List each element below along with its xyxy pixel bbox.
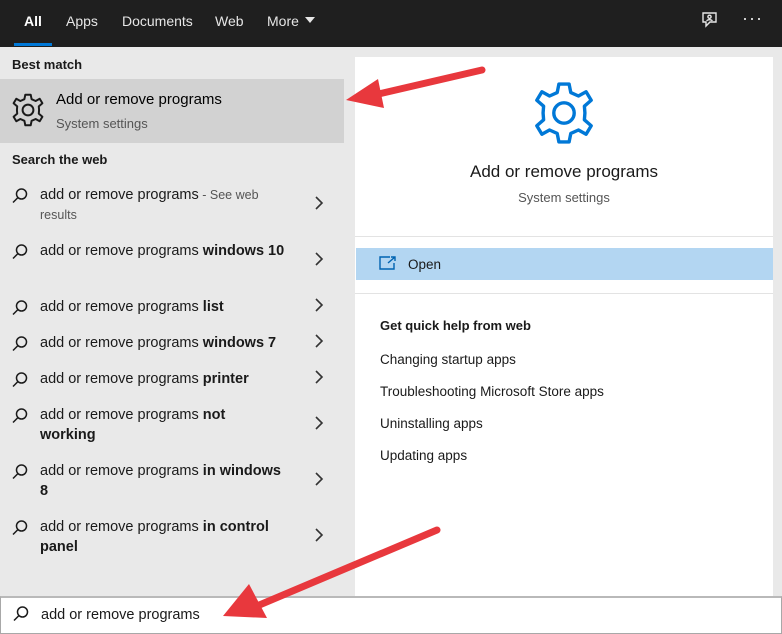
search-icon	[11, 371, 29, 394]
search-icon	[11, 243, 29, 266]
web-result-text: add or remove programs - See web results	[40, 187, 259, 222]
chevron-down-icon	[304, 17, 315, 24]
gear-icon	[10, 92, 46, 133]
tab-documents[interactable]: Documents	[122, 13, 193, 29]
best-match-label: Best match	[12, 57, 83, 72]
help-link[interactable]: Uninstalling apps	[380, 416, 483, 431]
tab-all[interactable]: All	[24, 13, 42, 29]
search-icon	[11, 335, 29, 358]
search-icon	[12, 605, 30, 628]
search-icon	[11, 519, 29, 542]
preview-panel: Add or remove programs System settings O…	[355, 57, 773, 596]
help-link[interactable]: Updating apps	[380, 448, 467, 463]
search-icon	[11, 299, 29, 322]
chevron-right-icon	[314, 251, 324, 272]
open-button-label: Open	[408, 257, 442, 272]
web-result-text: add or remove programs not working	[40, 407, 226, 443]
web-result-item[interactable]: add or remove programs list	[0, 297, 344, 319]
preview-title: Add or remove programs	[469, 162, 659, 181]
results-panel: Best match Add or remove programs System…	[0, 47, 344, 596]
feedback-icon[interactable]	[700, 10, 720, 35]
open-button[interactable]: Open	[356, 248, 773, 280]
web-result-item[interactable]: add or remove programs windows 10	[0, 241, 344, 281]
chevron-right-icon	[314, 471, 324, 492]
open-icon	[379, 256, 397, 275]
best-match-item[interactable]: Add or remove programs System settings	[0, 79, 344, 143]
preview-subtitle: System settings	[518, 190, 610, 205]
chevron-right-icon	[314, 527, 324, 548]
web-result-item[interactable]: add or remove programs not working	[0, 405, 344, 445]
web-result-item[interactable]: add or remove programs printer	[0, 369, 344, 391]
web-result-text: add or remove programs windows 7	[40, 335, 277, 351]
divider	[355, 236, 773, 237]
help-link[interactable]: Troubleshooting Microsoft Store apps	[380, 384, 604, 399]
help-link[interactable]: Changing startup apps	[380, 352, 516, 367]
search-web-label: Search the web	[12, 152, 108, 167]
web-result-item[interactable]: add or remove programs - See web results	[0, 185, 344, 229]
divider	[355, 293, 773, 294]
tab-more-label: More	[267, 13, 299, 29]
web-result-text: add or remove programs in control panel	[40, 519, 269, 555]
web-result-item[interactable]: add or remove programs in control panel	[0, 517, 344, 557]
chevron-right-icon	[314, 297, 324, 318]
search-icon	[11, 187, 29, 210]
search-input[interactable]	[41, 604, 641, 626]
more-options-icon[interactable]: ···	[742, 8, 763, 29]
search-icon	[11, 407, 29, 430]
active-tab-indicator	[14, 43, 52, 46]
web-result-text: add or remove programs printer	[40, 371, 249, 387]
web-result-item[interactable]: add or remove programs windows 7	[0, 333, 344, 355]
tab-web[interactable]: Web	[215, 13, 244, 29]
top-bar: All Apps Documents Web More ···	[0, 0, 782, 47]
quick-help-title: Get quick help from web	[380, 318, 531, 333]
chevron-right-icon	[314, 369, 324, 390]
gear-icon	[530, 79, 598, 152]
search-icon	[11, 463, 29, 486]
web-result-text: add or remove programs list	[40, 299, 224, 315]
web-result-text: add or remove programs in windows 8	[40, 463, 281, 499]
best-match-subtitle: System settings	[56, 116, 148, 131]
chevron-right-icon	[314, 333, 324, 354]
chevron-right-icon	[314, 195, 324, 216]
web-result-item[interactable]: add or remove programs in windows 8	[0, 461, 344, 501]
best-match-title: Add or remove programs	[56, 91, 222, 108]
search-bar	[0, 596, 782, 634]
tab-more[interactable]: More	[267, 13, 315, 29]
chevron-right-icon	[314, 415, 324, 436]
web-result-text: add or remove programs windows 10	[40, 243, 285, 259]
tab-apps[interactable]: Apps	[66, 13, 98, 29]
